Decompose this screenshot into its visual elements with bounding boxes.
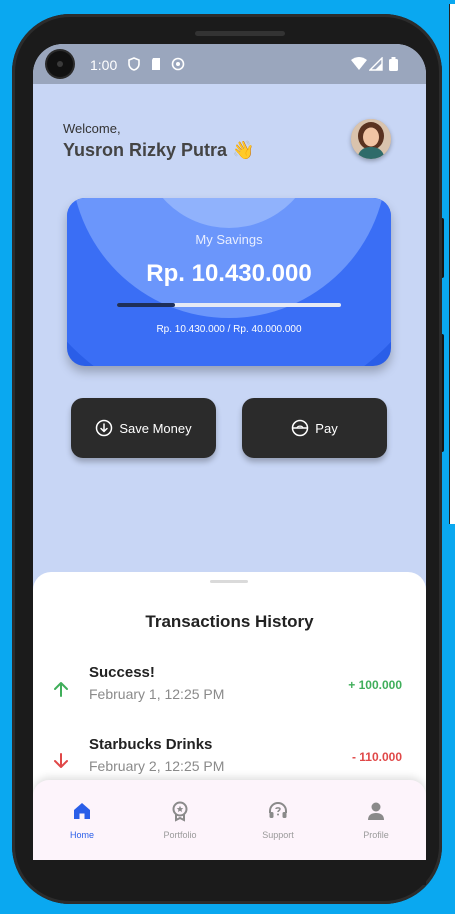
arrow-down-icon	[54, 753, 68, 768]
person-icon	[368, 802, 384, 820]
user-name: Yusron Rizky Putra 👋	[63, 140, 255, 160]
battery-icon	[389, 57, 398, 71]
transaction-title: Success!	[89, 664, 155, 681]
nav-item-portfolio[interactable]: Portfolio	[131, 800, 229, 840]
save-money-button[interactable]: Save Money	[71, 398, 216, 458]
transaction-title: Starbucks Drinks	[89, 736, 213, 753]
transaction-row[interactable]: Success! February 1, 12:25 PM + 100.000	[33, 664, 426, 724]
transaction-date: February 1, 12:25 PM	[89, 686, 225, 702]
drag-handle[interactable]	[210, 580, 248, 583]
pay-button[interactable]: Pay	[242, 398, 387, 458]
savings-progress-text: Rp. 10.430.000 / Rp. 40.000.000	[156, 324, 302, 335]
nav-item-support[interactable]: Support	[229, 800, 327, 840]
payment-icon	[292, 419, 309, 437]
award-icon	[172, 801, 188, 822]
save-money-label: Save Money	[119, 420, 192, 436]
signal-icon	[369, 57, 383, 71]
app-screen: 1:00 Welcome, Yusron Rizky Putra 👋 My Sa…	[33, 44, 426, 885]
wifi-icon	[351, 57, 367, 70]
shield-icon	[128, 57, 140, 71]
side-panel	[449, 4, 455, 524]
nav-label-home: Home	[69, 830, 94, 840]
nav-item-profile[interactable]: Profile	[327, 800, 425, 840]
savings-amount: Rp. 10.430.000	[146, 260, 312, 287]
sync-icon	[171, 57, 185, 71]
welcome-label: Welcome,	[63, 121, 121, 136]
nav-label-portfolio: Portfolio	[163, 830, 197, 840]
nav-item-home[interactable]: Home	[33, 800, 131, 840]
nav-label-support: Support	[262, 830, 294, 840]
status-bar: 1:00	[33, 44, 426, 84]
arrow-up-icon	[54, 682, 68, 697]
pay-label: Pay	[315, 420, 338, 436]
nav-label-profile: Profile	[363, 830, 389, 840]
transactions-title: Transactions History	[145, 612, 314, 631]
avatar[interactable]	[351, 119, 391, 159]
camera-icon	[47, 51, 73, 77]
transaction-date: February 2, 12:25 PM	[89, 758, 225, 774]
savings-progress-bar	[117, 303, 341, 307]
sim-card-icon	[152, 58, 160, 70]
system-navigation-bar	[33, 860, 426, 885]
transaction-amount: + 100.000	[348, 678, 402, 692]
home-icon	[74, 803, 90, 819]
status-time: 1:00	[90, 57, 118, 73]
download-circle-icon	[96, 419, 113, 437]
savings-card: My Savings Rp. 10.430.000 Rp. 10.430.000…	[67, 198, 391, 366]
savings-progress-fill	[117, 303, 176, 307]
transaction-amount: - 110.000	[351, 750, 402, 764]
avatar-photo	[351, 119, 391, 159]
speaker	[195, 31, 285, 36]
savings-label: My Savings	[195, 232, 263, 247]
headset-icon	[269, 801, 287, 818]
home-content: Welcome, Yusron Rizky Putra 👋 My Savings…	[33, 84, 426, 885]
bottom-navigation: Home Portfolio Support Profile	[33, 780, 426, 860]
